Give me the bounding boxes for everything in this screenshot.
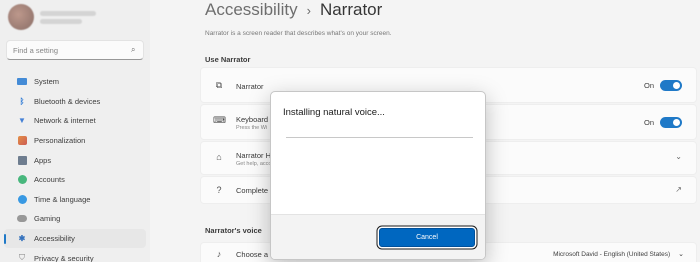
dialog-title: Installing natural voice...	[283, 107, 385, 118]
dialog-footer: Cancel	[271, 214, 485, 259]
progress-bar	[286, 137, 473, 138]
install-voice-dialog: Installing natural voice... Cancel	[270, 91, 486, 260]
cancel-button[interactable]: Cancel	[379, 228, 475, 247]
